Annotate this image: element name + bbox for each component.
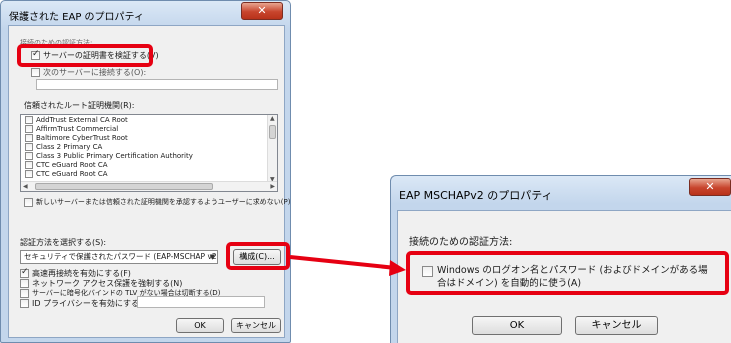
list-item-checkbox[interactable] [25, 116, 33, 124]
list-item-checkbox[interactable] [25, 125, 33, 133]
vertical-scrollbar[interactable]: ▲ ▼ [267, 115, 277, 183]
arrow-line [289, 255, 397, 270]
ok-button[interactable]: OK [472, 316, 562, 335]
root-ca-list[interactable]: AddTrust External CA Root AffirmTrust Co… [20, 114, 278, 192]
list-item-label: Baltimore CyberTrust Root [36, 134, 128, 142]
scroll-up-icon[interactable]: ▲ [270, 115, 275, 122]
identity-privacy-input[interactable] [137, 296, 265, 308]
identity-privacy-checkbox[interactable] [20, 299, 29, 308]
list-item[interactable]: Class 3 Public Primary Certification Aut… [25, 152, 193, 160]
auth-section-label: 接続のための認証方法: [409, 237, 513, 248]
chevron-down-icon: ▼ [209, 253, 215, 261]
tlv-disconnect-checkbox[interactable] [20, 289, 29, 298]
list-item[interactable]: Class 2 Primary CA [25, 143, 102, 151]
highlight-configure-button [226, 242, 290, 270]
connect-servers-input[interactable] [36, 79, 278, 90]
connect-servers-checkbox[interactable] [31, 68, 40, 77]
title-bar: EAP MSCHAPv2 のプロパティ ✕ [391, 176, 731, 202]
list-item-label: CTC eGuard Root CA [36, 161, 108, 169]
title-bar: 保護された EAP のプロパティ ✕ [1, 1, 290, 27]
auth-method-select[interactable]: セキュリティで保護されたパスワード (EAP-MSCHAP v2) ▼ [20, 250, 218, 264]
cancel-button[interactable]: キャンセル [575, 316, 658, 335]
list-item-checkbox[interactable] [25, 152, 33, 160]
no-prompt-label: 新しいサーバーまたは信頼された証明機関を承認するようユーザーに求めない(P) [36, 198, 291, 206]
list-item-label: Class 3 Public Primary Certification Aut… [36, 152, 193, 160]
list-item-label: Class 2 Primary CA [36, 143, 103, 151]
list-item-checkbox[interactable] [25, 143, 33, 151]
list-item-label: AddTrust External CA Root [36, 116, 128, 124]
list-item[interactable]: AddTrust External CA Root [25, 116, 128, 124]
list-item-checkbox[interactable] [25, 170, 33, 178]
list-item-checkbox[interactable] [25, 134, 33, 142]
cancel-button[interactable]: キャンセル [231, 318, 281, 333]
scroll-thumb[interactable] [269, 125, 276, 139]
list-item-label: AffirmTrust Commercial [36, 125, 119, 133]
scroll-thumb[interactable] [35, 183, 213, 190]
root-ca-label: 信頼されたルート証明機関(R): [24, 101, 135, 110]
identity-privacy-label: ID プライバシーを有効にする(I) [32, 299, 148, 308]
ok-button[interactable]: OK [176, 318, 224, 333]
scroll-left-icon[interactable]: ◀ [23, 183, 28, 190]
scroll-right-icon[interactable]: ▶ [270, 183, 275, 190]
nap-checkbox[interactable] [20, 279, 29, 288]
close-icon[interactable]: ✕ [689, 178, 731, 196]
list-item-label: CTC eGuard Root CA [36, 170, 108, 178]
horizontal-scrollbar[interactable]: ◀ ▶ [21, 181, 277, 191]
no-prompt-checkbox[interactable] [24, 198, 33, 207]
fast-reconnect-checkbox[interactable] [20, 267, 29, 278]
close-icon[interactable]: ✕ [241, 2, 283, 20]
list-item[interactable]: Baltimore CyberTrust Root [25, 134, 128, 142]
highlight-auto-logon [406, 251, 729, 295]
highlight-verify-server-cert [17, 44, 153, 67]
list-item-checkbox[interactable] [25, 161, 33, 169]
window-title: EAP MSCHAPv2 のプロパティ [399, 189, 553, 202]
connect-servers-label: 次のサーバーに接続する(O): [43, 68, 147, 77]
auth-method-label: 認証方法を選択する(S): [20, 238, 107, 247]
list-item[interactable]: CTC eGuard Root CA [25, 161, 108, 169]
list-item[interactable]: CTC eGuard Root CA [25, 170, 108, 178]
list-item[interactable]: AffirmTrust Commercial [25, 125, 118, 133]
auth-method-value: セキュリティで保護されたパスワード (EAP-MSCHAP v2) [24, 252, 218, 261]
window-title: 保護された EAP のプロパティ [9, 12, 144, 23]
